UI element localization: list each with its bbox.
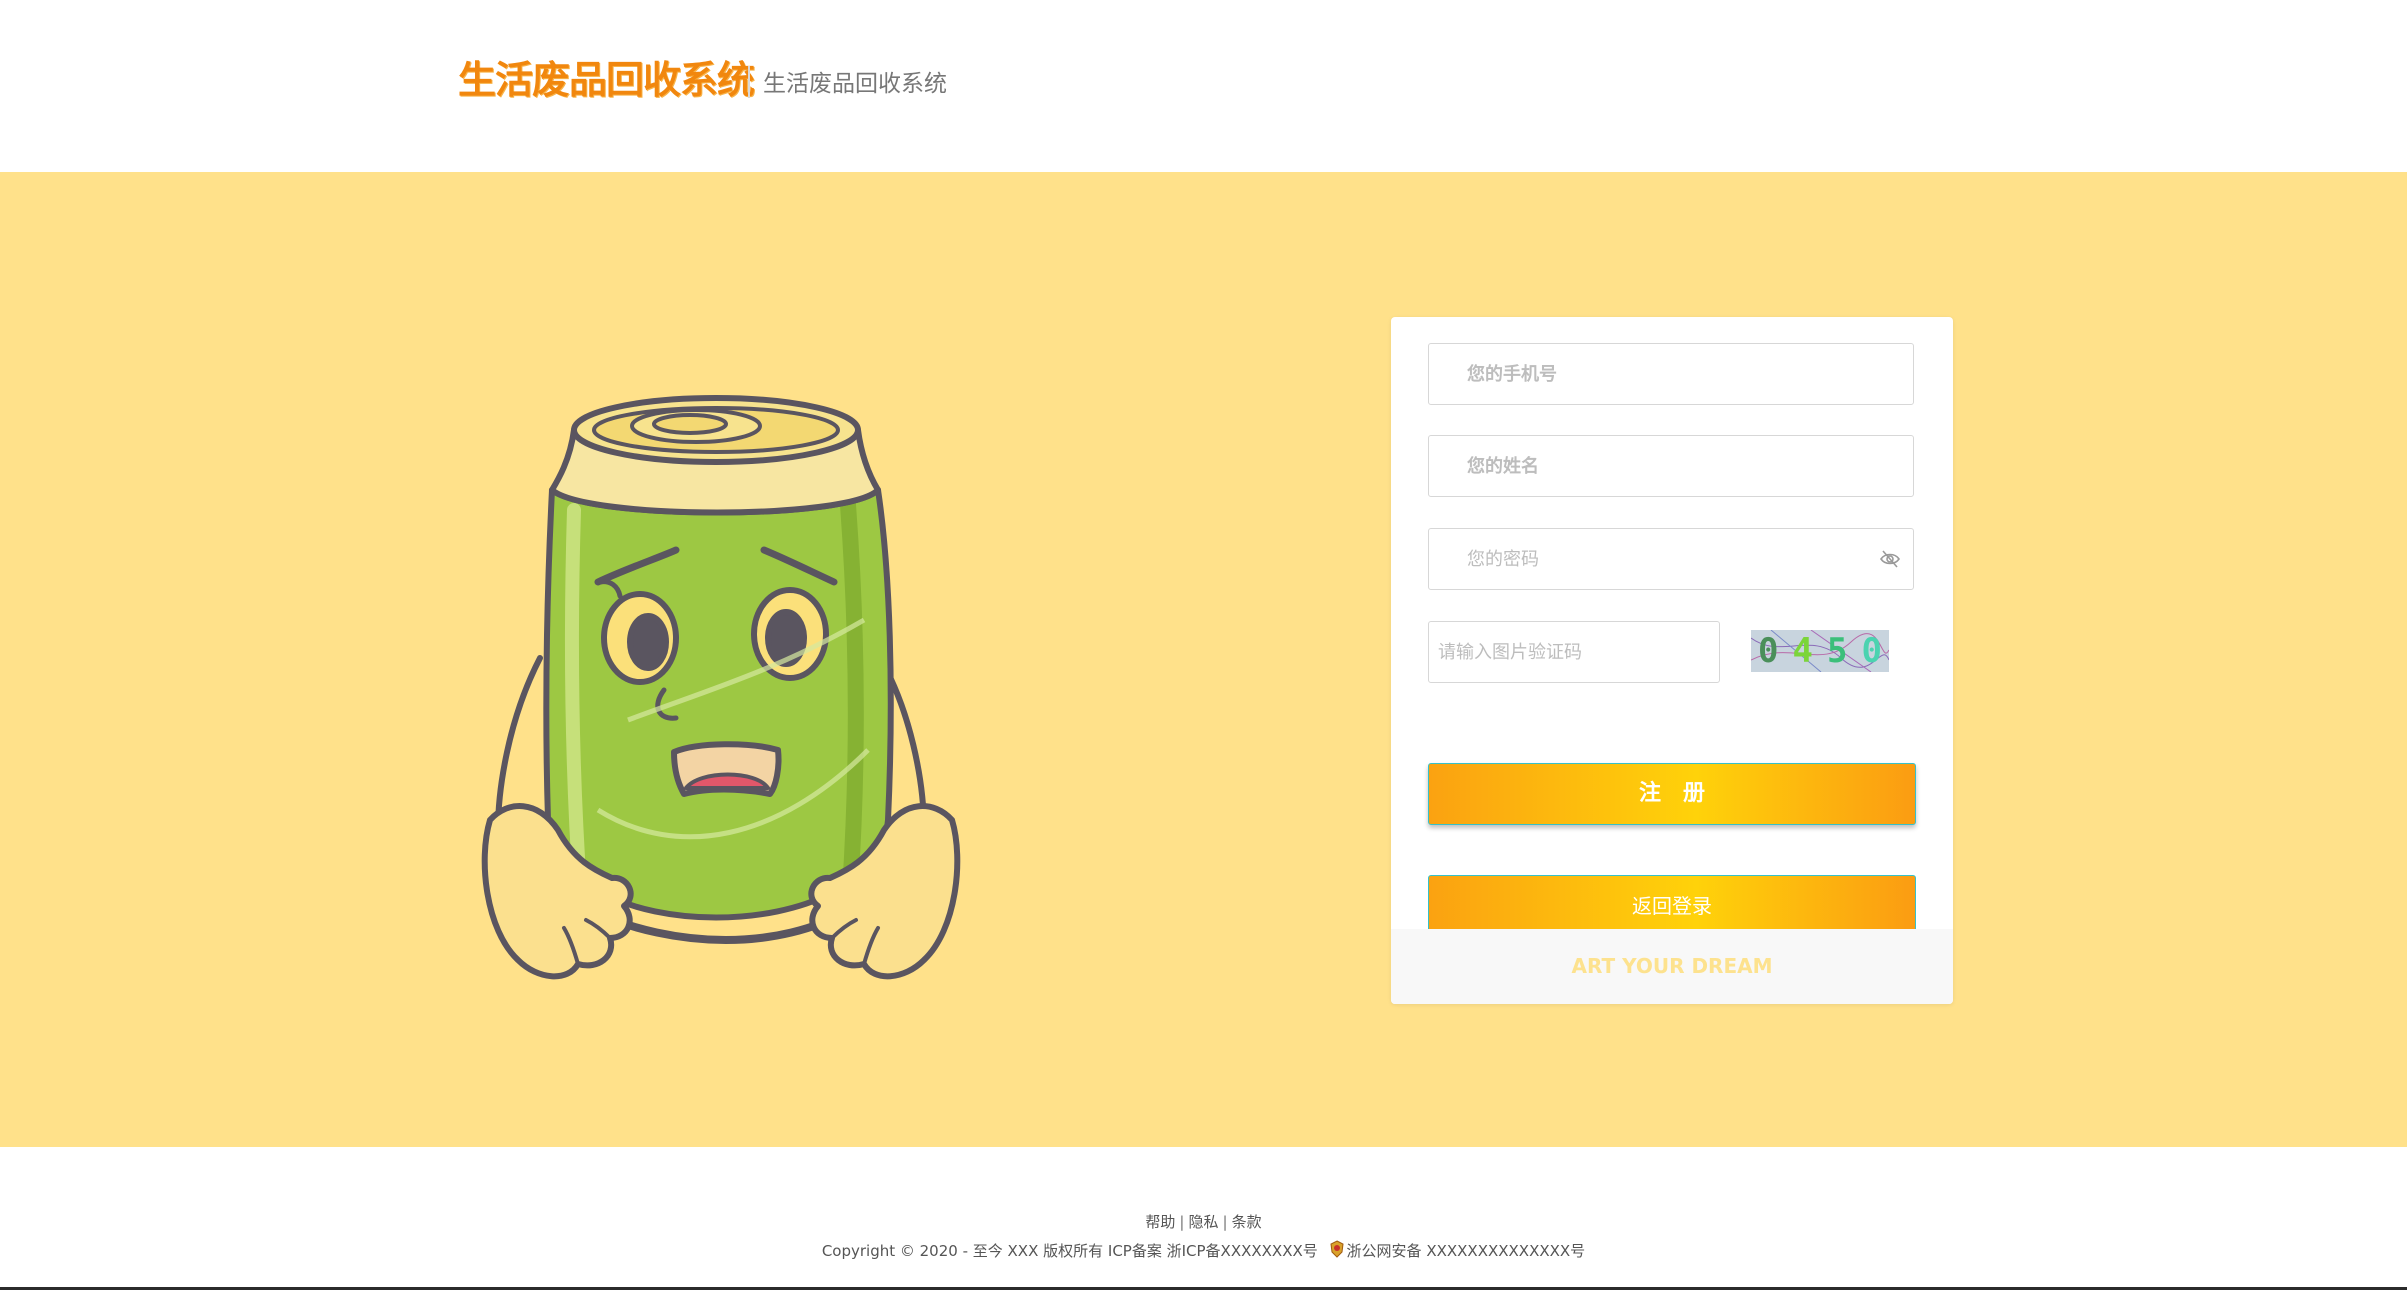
card-slogan: ART YOUR DREAM [1391,929,1953,1004]
captcha-digits: 0 4 5 0 [1751,630,1889,672]
terms-link[interactable]: 条款 [1232,1213,1262,1231]
captcha-digit: 0 [1861,631,1882,671]
captcha-digit: 4 [1792,631,1813,671]
help-link[interactable]: 帮助 [1145,1213,1175,1231]
mascot-illustration [481,395,961,980]
register-button[interactable]: 注 册 [1428,763,1916,825]
police-record-text[interactable]: 浙公网安备 XXXXXXXXXXXXXX号 [1347,1242,1586,1260]
back-to-login-button[interactable]: 返回登录 [1428,875,1916,937]
captcha-digit: 5 [1827,631,1848,671]
captcha-digit: 0 [1758,631,1779,671]
footer-separator: | [1179,1213,1185,1231]
footer-links: 帮助 | 隐私 | 条款 [0,1212,2407,1232]
copyright-line: Copyright © 2020 - 至今 XXX 版权所有 ICP备案 浙IC… [0,1240,2407,1261]
brand-logo[interactable]: 生活废品回收系统 [458,56,755,104]
captcha-field[interactable] [1428,621,1720,683]
password-field[interactable] [1428,528,1914,590]
brand-divider [748,66,750,98]
hero-banner [0,172,2407,1147]
brand-subtitle: 生活废品回收系统 [763,71,947,97]
phone-field[interactable] [1428,343,1914,405]
copyright-text: Copyright © 2020 - 至今 XXX 版权所有 ICP备案 浙IC… [821,1242,1318,1260]
footer-separator: | [1222,1213,1228,1231]
header: 生活废品回收系统 生活废品回收系统 [0,0,2407,172]
register-card: 0 4 5 0 注 册 返回登录 ART YOUR DREAM [1391,317,1953,1004]
name-field[interactable] [1428,435,1914,497]
privacy-link[interactable]: 隐私 [1188,1213,1218,1231]
name-input[interactable] [1467,436,1867,496]
eye-off-icon[interactable] [1879,548,1901,570]
phone-input[interactable] [1467,344,1867,404]
police-badge-icon [1330,1240,1344,1258]
captcha-input[interactable] [1438,622,1708,682]
page-footer: 帮助 | 隐私 | 条款 Copyright © 2020 - 至今 XXX 版权所有 … [0,1147,2407,1290]
captcha-image[interactable]: 0 4 5 0 [1751,630,1889,672]
password-input[interactable] [1467,529,1867,589]
